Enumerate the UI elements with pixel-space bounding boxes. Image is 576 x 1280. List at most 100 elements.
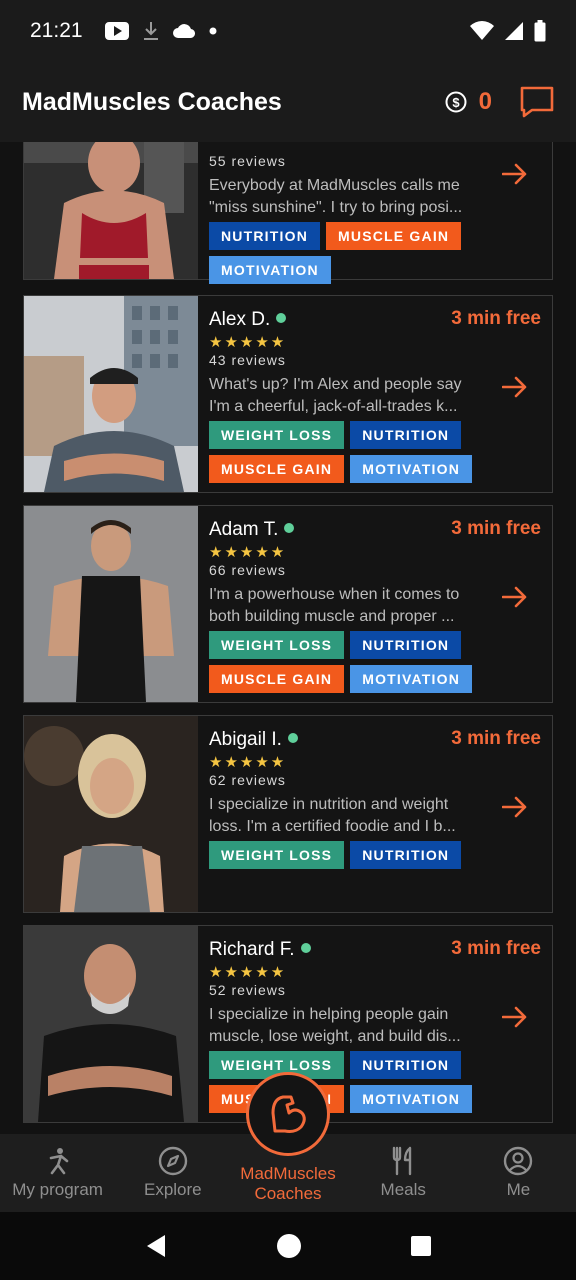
online-indicator	[287, 733, 298, 743]
user-circle-icon	[504, 1146, 533, 1176]
free-minutes-label: 3 min free	[451, 308, 541, 329]
tag-list: WEIGHT LOSS NUTRITION	[209, 841, 509, 869]
bio-line: loss. I'm a certified foodie and I b...	[209, 818, 456, 835]
tag-weight-loss: WEIGHT LOSS	[209, 631, 345, 659]
back-icon[interactable]	[143, 1233, 169, 1259]
tag-motivation: MOTIVATION	[350, 1085, 473, 1113]
coach-photo	[24, 926, 198, 1122]
coach-name: Richard F.	[209, 939, 295, 960]
free-minutes-label: 3 min free	[451, 938, 541, 959]
coach-photo	[24, 716, 198, 912]
bio-line: What's up? I'm Alex and people say	[209, 376, 462, 393]
recents-icon[interactable]	[409, 1234, 433, 1258]
coach-photo	[24, 142, 198, 279]
app-header: MadMuscles Coaches $ 0	[0, 62, 576, 142]
coach-bio: I specialize in helping people gain musc…	[209, 1004, 489, 1048]
compass-icon	[158, 1146, 187, 1176]
review-count: 55 reviews	[209, 153, 286, 169]
flexed-bicep-icon	[271, 1095, 306, 1133]
signal-icon	[505, 22, 523, 40]
coach-card[interactable]: Adam T. 3 min free ★★★★★ 66 reviews I'm …	[23, 505, 553, 703]
tag-nutrition: NUTRITION	[350, 421, 462, 449]
bio-line: Everybody at MadMuscles calls me	[209, 177, 460, 194]
wifi-icon	[470, 21, 494, 40]
tag-motivation: MOTIVATION	[209, 256, 331, 284]
battery-icon	[534, 20, 546, 42]
bio-line: muscle, lose weight, and build dis...	[209, 1028, 461, 1045]
running-person-icon	[49, 1148, 68, 1175]
nav-coaches-button[interactable]	[246, 1072, 330, 1156]
bio-line: I'm a cheerful, jack-of-all-trades k...	[209, 398, 458, 415]
tag-motivation: MOTIVATION	[350, 455, 473, 483]
tag-nutrition: NUTRITION	[209, 222, 321, 250]
coach-card[interactable]: 55 reviews Everybody at MadMuscles calls…	[23, 142, 553, 284]
nav-me[interactable]: Me	[461, 1134, 576, 1212]
tag-nutrition: NUTRITION	[350, 631, 462, 659]
coach-bio: I'm a powerhouse when it comes to both b…	[209, 584, 489, 628]
bio-line: I specialize in helping people gain	[209, 1006, 449, 1023]
arrow-right-icon[interactable]	[502, 1006, 528, 1028]
rating-stars: ★★★★★	[209, 334, 287, 351]
tag-muscle-gain: MUSCLE GAIN	[326, 222, 462, 250]
dot-icon	[209, 27, 217, 35]
free-minutes-label: 3 min free	[451, 728, 541, 749]
coach-list[interactable]: 55 reviews Everybody at MadMuscles calls…	[0, 142, 576, 1134]
bio-line: I'm a powerhouse when it comes to	[209, 586, 460, 603]
coin-icon[interactable]: $	[445, 91, 467, 113]
coach-name: Adam T.	[209, 519, 279, 540]
rating-stars: ★★★★★	[209, 754, 287, 771]
tag-nutrition: NUTRITION	[350, 841, 462, 869]
review-count: 66 reviews	[209, 562, 286, 578]
arrow-right-icon[interactable]	[502, 163, 528, 185]
tag-list: WEIGHT LOSS NUTRITION MUSCLE GAIN MOTIVA…	[209, 631, 509, 693]
fork-knife-icon	[393, 1146, 412, 1176]
system-nav-bar	[0, 1212, 576, 1280]
arrow-right-icon[interactable]	[502, 376, 528, 398]
bio-line: "miss sunshine". I try to bring posi...	[209, 199, 463, 216]
rating-stars: ★★★★★	[209, 964, 287, 981]
coach-photo	[24, 296, 198, 492]
status-bar: 21:21	[0, 0, 576, 62]
nav-label: Explore	[143, 1180, 202, 1199]
page-title: MadMuscles Coaches	[22, 87, 282, 116]
home-icon[interactable]	[276, 1233, 302, 1259]
nav-coaches-label[interactable]: MadMuscles Coaches	[215, 1164, 361, 1204]
tag-weight-loss: WEIGHT LOSS	[209, 421, 345, 449]
review-count: 62 reviews	[209, 772, 286, 788]
coach-name: Abigail I.	[209, 729, 282, 750]
rating-stars: ★★★★★	[209, 544, 287, 561]
cloud-icon	[172, 24, 195, 39]
online-indicator	[284, 523, 295, 533]
free-minutes-label: 3 min free	[451, 518, 541, 539]
download-icon	[143, 22, 158, 40]
chat-icon[interactable]	[520, 86, 554, 118]
coach-photo	[24, 506, 198, 702]
coach-bio: I specialize in nutrition and weight los…	[209, 794, 489, 838]
nav-label: My program	[12, 1180, 103, 1199]
online-indicator	[300, 943, 311, 953]
coach-card[interactable]: Abigail I. 3 min free ★★★★★ 62 reviews I…	[23, 715, 553, 913]
status-time: 21:21	[30, 19, 83, 42]
svg-text:$: $	[452, 95, 460, 110]
arrow-right-icon[interactable]	[502, 586, 528, 608]
tag-list: WEIGHT LOSS NUTRITION MUSCLE GAIN MOTIVA…	[209, 421, 509, 483]
review-count: 43 reviews	[209, 352, 286, 368]
nav-label: Me	[506, 1180, 531, 1199]
nav-label: Meals	[380, 1180, 426, 1199]
bio-line: I specialize in nutrition and weight	[209, 796, 449, 813]
coin-count: 0	[478, 88, 492, 115]
nav-my-program[interactable]: My program	[0, 1134, 115, 1212]
youtube-icon	[104, 22, 129, 40]
coach-name: Alex D.	[209, 309, 271, 330]
tag-motivation: MOTIVATION	[350, 665, 473, 693]
coach-card[interactable]: Alex D. 3 min free ★★★★★ 43 reviews What…	[23, 295, 553, 493]
tag-weight-loss: WEIGHT LOSS	[209, 841, 345, 869]
nav-explore[interactable]: Explore	[115, 1134, 230, 1212]
arrow-right-icon[interactable]	[502, 796, 528, 818]
review-count: 52 reviews	[209, 982, 286, 998]
nav-meals[interactable]: Meals	[346, 1134, 461, 1212]
coach-bio: Everybody at MadMuscles calls me "miss s…	[209, 175, 489, 219]
tag-nutrition: NUTRITION	[350, 1051, 462, 1079]
tag-muscle-gain: MUSCLE GAIN	[209, 455, 345, 483]
online-indicator	[276, 313, 287, 323]
